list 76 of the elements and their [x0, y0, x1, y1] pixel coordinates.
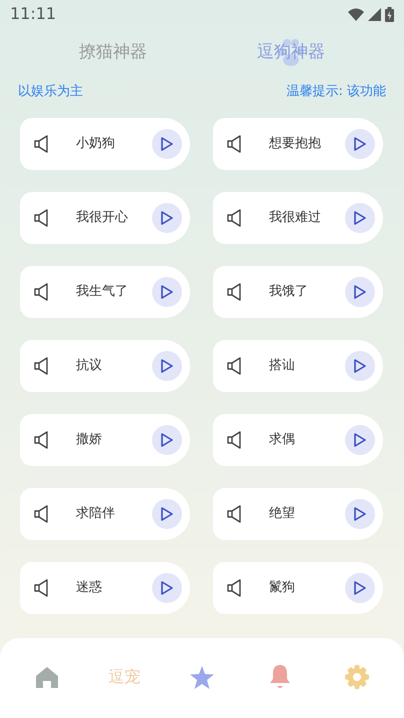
sound-card[interactable]: 我很开心: [20, 192, 190, 244]
notice-text: 温馨提示: 该功能: [286, 83, 386, 102]
sound-label: 求偶: [269, 431, 296, 450]
play-icon: [354, 285, 366, 299]
play-button[interactable]: [152, 499, 182, 529]
sound-card[interactable]: 我很难过: [213, 192, 383, 244]
speaker-icon: [34, 209, 50, 227]
sound-card[interactable]: 我生气了: [20, 266, 190, 318]
play-icon: [354, 581, 366, 595]
play-button[interactable]: [345, 277, 375, 307]
play-button[interactable]: [152, 425, 182, 455]
sound-label: 我很开心: [76, 209, 129, 228]
sound-card[interactable]: 撒娇: [20, 414, 190, 466]
play-button[interactable]: [345, 499, 375, 529]
sound-card[interactable]: 想要抱抱: [213, 118, 383, 170]
sound-label: 撒娇: [76, 431, 103, 450]
sound-label: 搭讪: [269, 357, 296, 376]
play-icon: [354, 433, 366, 447]
signal-icon: [368, 8, 381, 20]
sound-card[interactable]: 搭讪: [213, 340, 383, 392]
wifi-icon: [348, 8, 364, 20]
play-icon: [161, 433, 173, 447]
play-icon: [354, 359, 366, 373]
speaker-icon: [34, 579, 50, 597]
speaker-icon: [227, 579, 243, 597]
sound-card[interactable]: 鬣狗: [213, 562, 383, 614]
speaker-icon: [227, 431, 243, 449]
sound-label: 抗议: [76, 357, 103, 376]
play-button[interactable]: [152, 203, 182, 233]
notice-text: 以娱乐为主: [18, 83, 83, 102]
play-icon: [161, 359, 173, 373]
sound-label: 鬣狗: [269, 579, 296, 598]
play-icon: [161, 137, 173, 151]
play-button[interactable]: [345, 573, 375, 603]
speaker-icon: [227, 135, 243, 153]
play-button[interactable]: [152, 129, 182, 159]
sound-label: 我饿了: [269, 283, 309, 302]
sound-card[interactable]: 抗议: [20, 340, 190, 392]
sound-card[interactable]: 迷惑: [20, 562, 190, 614]
play-icon: [161, 507, 173, 521]
sound-card[interactable]: 求偶: [213, 414, 383, 466]
play-button[interactable]: [152, 351, 182, 381]
play-icon: [354, 211, 366, 225]
sound-label: 求陪伴: [76, 505, 116, 524]
sound-label: 我生气了: [76, 283, 129, 302]
sound-card[interactable]: 我饿了: [213, 266, 383, 318]
sound-card[interactable]: 绝望: [213, 488, 383, 540]
play-icon: [161, 211, 173, 225]
speaker-icon: [34, 135, 50, 153]
speaker-icon: [227, 209, 243, 227]
play-button[interactable]: [345, 425, 375, 455]
sound-label: 迷惑: [76, 579, 103, 598]
speaker-icon: [34, 505, 50, 523]
play-icon: [354, 507, 366, 521]
clock: 11:11: [10, 3, 56, 25]
play-button[interactable]: [152, 277, 182, 307]
speaker-icon: [34, 357, 50, 375]
sound-label: 绝望: [269, 505, 296, 524]
sound-card[interactable]: 小奶狗: [20, 118, 190, 170]
speaker-icon: [34, 431, 50, 449]
play-button[interactable]: [345, 351, 375, 381]
play-button[interactable]: [152, 573, 182, 603]
play-icon: [161, 581, 173, 595]
play-button[interactable]: [345, 203, 375, 233]
sound-card[interactable]: 求陪伴: [20, 488, 190, 540]
sound-label: 我很难过: [269, 209, 322, 228]
speaker-icon: [227, 357, 243, 375]
sound-label: 小奶狗: [76, 135, 116, 154]
play-icon: [161, 285, 173, 299]
play-icon: [354, 137, 366, 151]
sound-label: 想要抱抱: [269, 135, 322, 154]
speaker-icon: [34, 283, 50, 301]
speaker-icon: [227, 283, 243, 301]
speaker-icon: [227, 505, 243, 523]
battery-icon: [385, 6, 394, 22]
play-button[interactable]: [345, 129, 375, 159]
